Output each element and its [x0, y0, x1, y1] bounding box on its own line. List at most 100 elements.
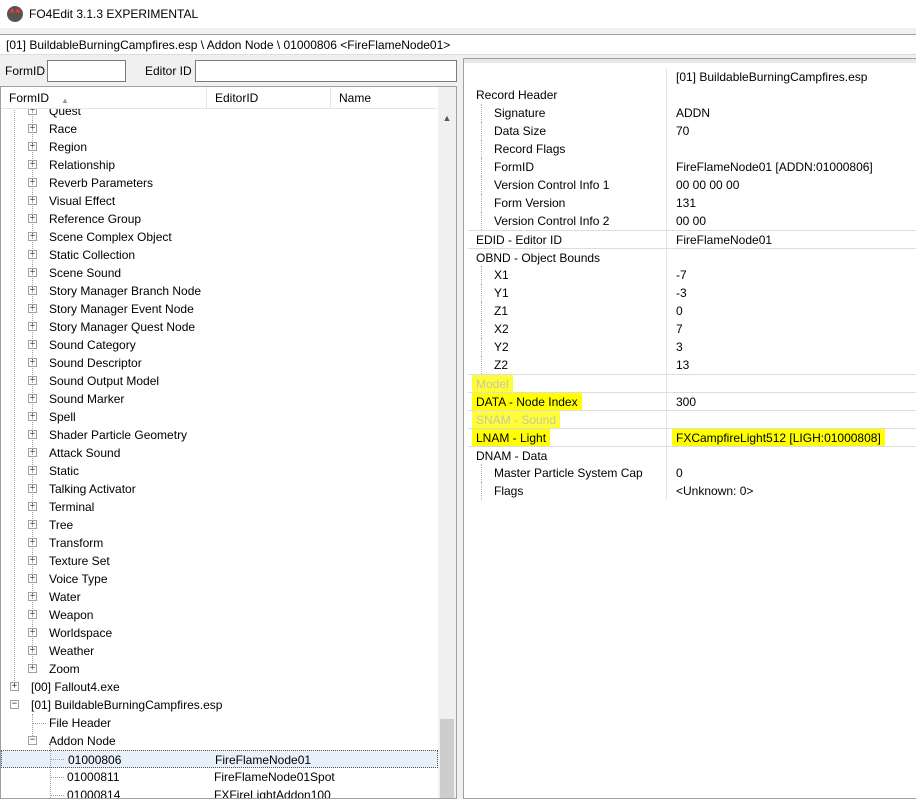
tree-item-label: Reference Group — [49, 212, 142, 226]
record-field-row[interactable]: SNAM - Sound — [468, 410, 916, 429]
tree-group-item[interactable]: Story Manager Event Node — [1, 300, 438, 318]
record-field-row[interactable]: Version Control Info 1 00 00 00 00 — [468, 176, 916, 194]
tree-guide-line — [481, 320, 482, 338]
record-field-value[interactable]: 7 — [676, 320, 683, 338]
tree-group-item[interactable]: Race — [1, 120, 438, 138]
tree-group-item[interactable]: Weather — [1, 642, 438, 660]
record-field-value[interactable]: -3 — [676, 284, 687, 302]
record-field-row[interactable]: Version Control Info 2 00 00 — [468, 212, 916, 230]
tree-group-item[interactable]: Static — [1, 462, 438, 480]
record-field-row[interactable]: Model — [468, 374, 916, 393]
record-field-row[interactable]: Master Particle System Cap 0 — [468, 464, 916, 482]
tree-file-child-item[interactable]: Addon Node — [1, 732, 438, 750]
tree-item-label: Sound Marker — [49, 392, 125, 406]
column-name[interactable]: Name — [331, 87, 437, 109]
column-formid[interactable]: FormID ▲ — [1, 87, 207, 109]
record-field-name: Data Size — [494, 124, 547, 138]
tree-file-item[interactable]: [01] BuildableBurningCampfires.esp — [1, 696, 438, 714]
record-field-row[interactable]: X2 7 — [468, 320, 916, 338]
tree-guide-line — [32, 714, 33, 736]
column-editorid[interactable]: EditorID — [207, 87, 331, 109]
tree-group-item[interactable]: Terminal — [1, 498, 438, 516]
record-field-row[interactable]: Z1 0 — [468, 302, 916, 320]
tree-record-row[interactable]: 01000814 FXFireLightAddon100 — [1, 786, 438, 798]
tree-record-row[interactable]: 01000811 FireFlameNode01Spot — [1, 768, 438, 786]
record-field-row[interactable]: Y2 3 — [468, 338, 916, 356]
record-field-row[interactable]: LNAM - Light FXCampfireLight512 [LIGH:010… — [468, 428, 916, 447]
record-field-value[interactable]: 00 00 — [676, 212, 706, 230]
tree-record-row[interactable]: 01000806 FireFlameNode01 — [1, 750, 438, 768]
record-field-value[interactable]: 0 — [676, 464, 683, 482]
tree-file-child-item[interactable]: File Header — [1, 714, 438, 732]
tree-group-item[interactable]: Zoom — [1, 660, 438, 678]
tree-group-item[interactable]: Talking Activator — [1, 480, 438, 498]
record-field-row[interactable]: Flags <Unknown: 0> — [468, 482, 916, 500]
tree-group-item[interactable]: Story Manager Quest Node — [1, 318, 438, 336]
record-field-row[interactable]: EDID - Editor ID FireFlameNode01 — [468, 230, 916, 249]
expand-toggle-icon[interactable]: − — [28, 736, 37, 745]
tree-group-item[interactable]: Region — [1, 138, 438, 156]
record-field-row[interactable]: Record Header — [468, 86, 916, 104]
record-field-value[interactable]: 3 — [676, 338, 683, 356]
tree-group-item[interactable]: Attack Sound — [1, 444, 438, 462]
record-field-value[interactable]: <Unknown: 0> — [676, 482, 753, 500]
expand-toggle-icon[interactable]: − — [10, 700, 19, 709]
record-field-value[interactable]: -7 — [676, 266, 687, 284]
tree-item-label: Visual Effect — [49, 194, 116, 208]
tree-group-item[interactable]: Reference Group — [1, 210, 438, 228]
tree-group-item[interactable]: Scene Complex Object — [1, 228, 438, 246]
tree-group-item[interactable]: Sound Marker — [1, 390, 438, 408]
tree-group-item[interactable]: Spell — [1, 408, 438, 426]
tree-group-item[interactable]: Sound Descriptor — [1, 354, 438, 372]
record-field-value[interactable]: 0 — [676, 302, 683, 320]
tree-group-item[interactable]: Relationship — [1, 156, 438, 174]
column-divider — [666, 122, 667, 140]
record-field-row[interactable]: Record Flags — [468, 140, 916, 158]
record-field-row[interactable]: FormID FireFlameNode01 [ADDN:01000806] — [468, 158, 916, 176]
record-field-row[interactable]: Z2 13 — [468, 356, 916, 374]
tree-file-item[interactable]: [00] Fallout4.exe — [1, 678, 438, 696]
record-field-value[interactable]: 131 — [676, 194, 696, 212]
record-field-row[interactable]: DATA - Node Index 300 — [468, 392, 916, 411]
record-field-row[interactable]: Y1 -3 — [468, 284, 916, 302]
record-field-value[interactable]: 70 — [676, 122, 689, 140]
tree-scrollbar[interactable]: ▲ — [438, 87, 456, 798]
tree-group-item[interactable]: Voice Type — [1, 570, 438, 588]
tree-item-label: Spell — [49, 410, 76, 424]
tree-group-item[interactable]: Scene Sound — [1, 264, 438, 282]
record-field-value[interactable]: FXCampfireLight512 [LIGH:01000808] — [672, 429, 885, 447]
record-field-value[interactable]: ADDN — [676, 104, 710, 122]
record-field-row[interactable]: DNAM - Data — [468, 446, 916, 465]
tree-group-item[interactable]: Transform — [1, 534, 438, 552]
tree-group-item[interactable]: Reverb Parameters — [1, 174, 438, 192]
tree-group-item[interactable]: Tree — [1, 516, 438, 534]
record-field-value[interactable]: FireFlameNode01 [ADDN:01000806] — [676, 158, 873, 176]
tree-group-item[interactable]: Water — [1, 588, 438, 606]
record-field-row[interactable]: X1 -7 — [468, 266, 916, 284]
record-field-value[interactable]: 13 — [676, 356, 689, 374]
record-field-row[interactable]: Signature ADDN — [468, 104, 916, 122]
editorid-filter-input[interactable] — [194, 60, 457, 82]
tree-group-item[interactable]: Weapon — [1, 606, 438, 624]
tree-group-item[interactable]: Static Collection — [1, 246, 438, 264]
tree-group-item[interactable]: Sound Output Model — [1, 372, 438, 390]
scroll-up-icon[interactable]: ▲ — [438, 109, 456, 127]
record-field-row[interactable]: OBND - Object Bounds — [468, 248, 916, 267]
expand-toggle-icon[interactable]: + — [10, 682, 19, 691]
tree-group-item[interactable]: Story Manager Branch Node — [1, 282, 438, 300]
tree-group-item[interactable]: Worldspace — [1, 624, 438, 642]
scrollbar-thumb[interactable] — [440, 719, 454, 798]
tree-guide-line — [481, 158, 482, 176]
record-field-value[interactable]: 300 — [676, 393, 696, 411]
record-field-row[interactable]: Form Version 131 — [468, 194, 916, 212]
record-field-value[interactable]: FireFlameNode01 — [676, 231, 772, 249]
tree-group-item[interactable]: Sound Category — [1, 336, 438, 354]
tree-group-item[interactable]: Shader Particle Geometry — [1, 426, 438, 444]
record-field-value[interactable]: 00 00 00 00 — [676, 176, 739, 194]
tree-group-item[interactable]: Quest — [1, 109, 438, 120]
tree-group-item[interactable]: Texture Set — [1, 552, 438, 570]
formid-filter-input[interactable] — [47, 60, 126, 82]
record-field-row[interactable]: Data Size 70 — [468, 122, 916, 140]
tree-group-item[interactable]: Visual Effect — [1, 192, 438, 210]
tree-item-label: Weapon — [49, 608, 94, 622]
